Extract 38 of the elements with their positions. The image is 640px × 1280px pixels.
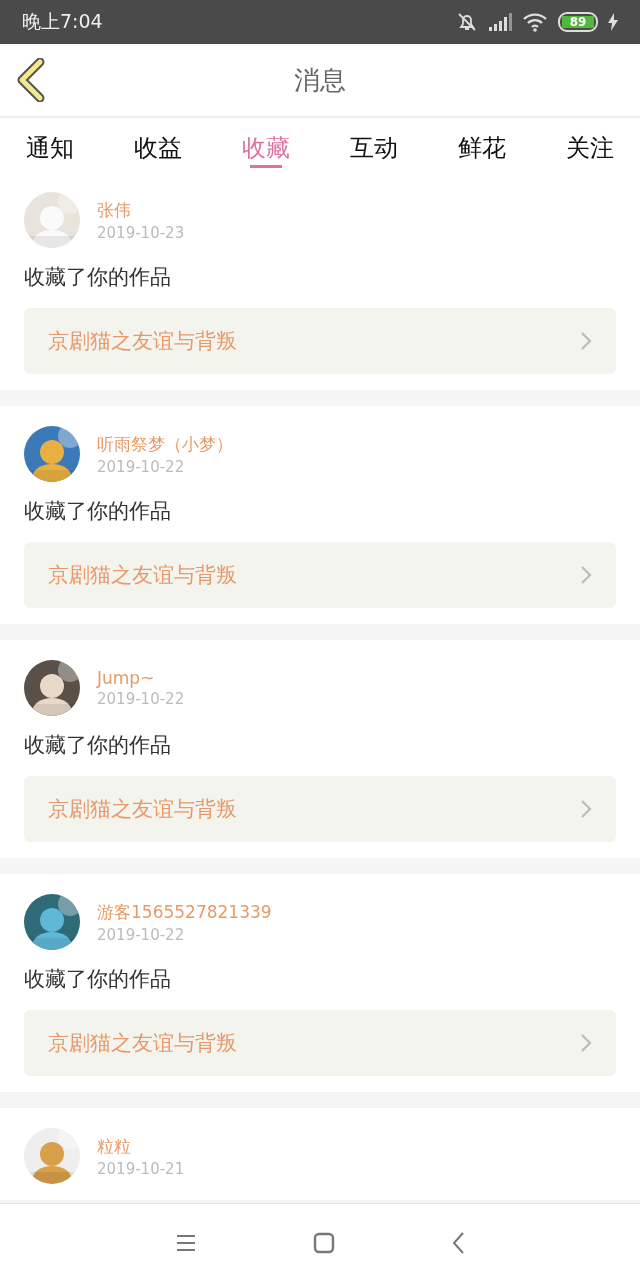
menu-icon xyxy=(175,1234,197,1252)
tab[interactable]: 鲜花 xyxy=(458,118,506,172)
page-title: 消息 xyxy=(294,63,346,97)
charging-icon xyxy=(608,13,618,31)
work-link[interactable]: 京剧猫之友谊与背叛 xyxy=(24,1010,616,1076)
work-link[interactable]: 京剧猫之友谊与背叛 xyxy=(24,542,616,608)
signal-icon xyxy=(488,13,512,31)
message-date: 2019-10-21 xyxy=(97,1159,185,1178)
muted-bell-icon xyxy=(456,11,478,33)
message-date: 2019-10-22 xyxy=(97,457,186,476)
user-name[interactable]: 游客1565527821339 xyxy=(97,900,272,924)
chevron-right-icon xyxy=(580,565,592,585)
square-icon xyxy=(313,1232,335,1254)
tab[interactable]: 互动 xyxy=(350,118,398,172)
message-text: 收藏了你的作品 xyxy=(24,498,172,525)
chevron-right-icon xyxy=(580,331,592,351)
message-date: 2019-10-22 xyxy=(97,925,186,944)
message-text: 收藏了你的作品 xyxy=(24,732,172,759)
user-name[interactable]: 张伟 xyxy=(97,198,185,222)
work-link[interactable]: 京剧猫之友谊与背叛 xyxy=(24,776,616,842)
tab[interactable]: 收藏 xyxy=(242,118,290,172)
status-time: 晚上7:04 xyxy=(22,9,104,34)
wifi-icon xyxy=(522,12,548,32)
tab[interactable]: 关注 xyxy=(566,118,614,172)
back-icon xyxy=(451,1231,465,1255)
message-date: 2019-10-22 xyxy=(97,690,185,708)
user-name[interactable]: 听雨祭梦（小梦） xyxy=(97,432,233,456)
battery-icon: 89 xyxy=(558,12,598,32)
message-text: 收藏了你的作品 xyxy=(24,966,172,993)
user-name[interactable]: 粒粒 xyxy=(97,1134,185,1158)
tab[interactable]: 通知 xyxy=(26,118,74,172)
tab[interactable]: 收益 xyxy=(134,118,182,172)
message-text: 收藏了你的作品 xyxy=(24,264,172,291)
chevron-right-icon xyxy=(580,799,592,819)
message-date: 2019-10-23 xyxy=(97,223,185,242)
user-name[interactable]: Jump~ xyxy=(97,668,185,688)
chevron-right-icon xyxy=(580,1033,592,1053)
work-link[interactable]: 京剧猫之友谊与背叛 xyxy=(24,308,616,374)
